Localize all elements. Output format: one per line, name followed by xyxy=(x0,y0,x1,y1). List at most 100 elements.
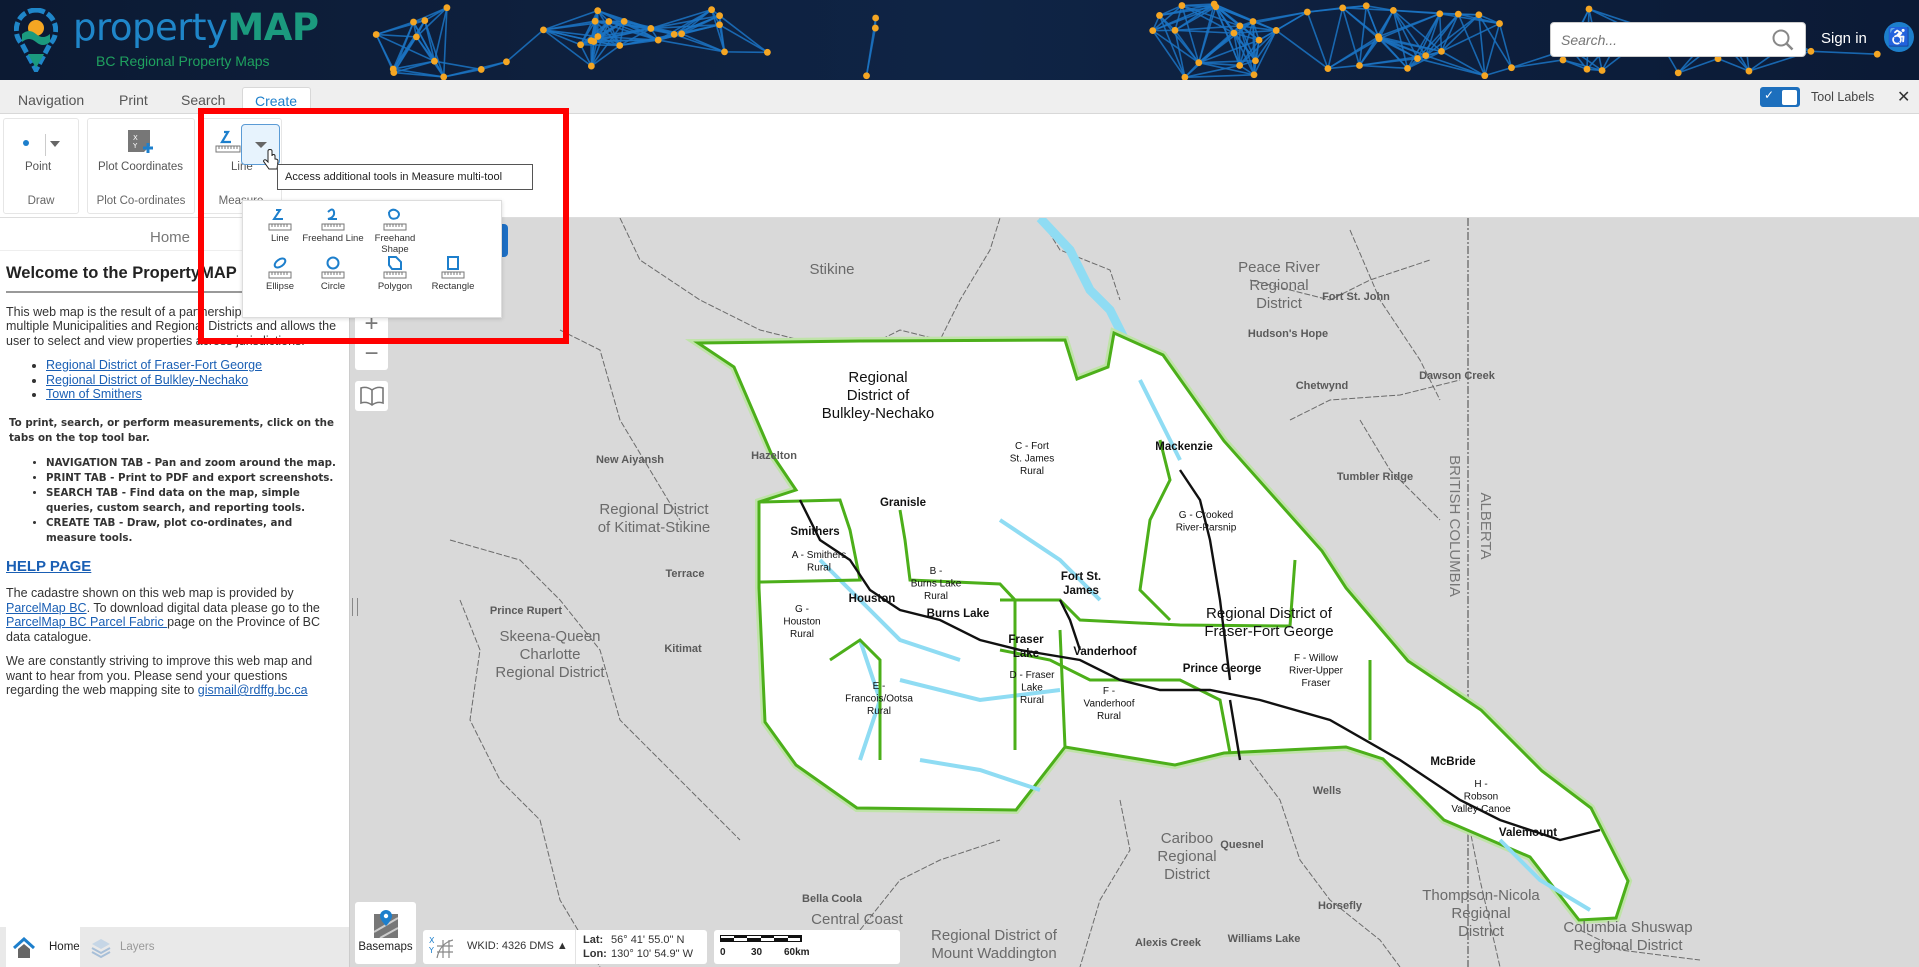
measure-menu-label: Ellipse xyxy=(266,281,294,292)
point-dropdown-icon[interactable] xyxy=(50,141,60,147)
measure-menu-label: Freehand Line xyxy=(302,233,364,244)
map-label-line: B - xyxy=(930,566,943,577)
svg-text:Y: Y xyxy=(132,142,138,150)
tool-labels-toggle[interactable]: ✓ xyxy=(1760,87,1800,107)
search-box[interactable] xyxy=(1550,22,1806,57)
search-input[interactable] xyxy=(1551,23,1751,56)
map-label: Hazelton xyxy=(751,450,797,462)
measure-menu-label: Rectangle xyxy=(431,281,475,292)
link-smithers[interactable]: Town of Smithers xyxy=(46,387,142,401)
layers-icon xyxy=(91,939,111,959)
cadastre-t1: The cadastre shown on this web map is pr… xyxy=(6,586,294,600)
map-label-line: Mackenzie xyxy=(1155,441,1213,453)
map-label: Bella Coola xyxy=(802,893,863,905)
measure-freehand-line-icon xyxy=(321,208,345,231)
tab-print[interactable]: Print xyxy=(119,92,148,108)
app-header: propertyMAP BC Regional Property Maps Si… xyxy=(0,0,1919,80)
panel-title: Home xyxy=(150,229,191,246)
panel-content: Welcome to the PropertyMAP This web map … xyxy=(6,265,338,708)
map-label-line: Mount Waddington xyxy=(931,945,1056,962)
map-label-line: Fraser xyxy=(1302,678,1332,689)
map-label-line: Columbia Shuswap xyxy=(1563,919,1692,936)
map-label: Houston xyxy=(849,593,896,605)
sign-in-link[interactable]: Sign in xyxy=(1821,30,1867,47)
boundary-line xyxy=(619,218,1001,351)
map-label: Skeena-Queen Charlotte Regional District xyxy=(495,628,605,681)
point-icon xyxy=(23,140,29,146)
map-label-line: Houston xyxy=(849,593,896,605)
measure-dropdown-button[interactable] xyxy=(241,124,280,170)
map-label-line: Regional xyxy=(1451,905,1510,922)
map-label-line: F - Willow xyxy=(1294,653,1339,664)
link-rdffg[interactable]: Regional District of Fraser-Fort George xyxy=(46,358,262,372)
scale-bar: 0 30 60km xyxy=(714,930,900,964)
map-label-line: Dawson Creek xyxy=(1419,370,1496,382)
panel-resize-handle[interactable] xyxy=(352,598,358,616)
wheelchair-icon[interactable]: ♿ xyxy=(1884,22,1914,52)
tab-search[interactable]: Search xyxy=(181,92,225,108)
help-page-link[interactable]: HELP PAGE xyxy=(6,559,338,575)
map-label-line: District xyxy=(1164,866,1211,883)
map-label-line: Regional District of xyxy=(1206,605,1333,622)
map-label-line: Quesnel xyxy=(1220,839,1263,851)
measure-menu-item-rectangle[interactable]: Rectangle xyxy=(418,255,488,292)
email-link[interactable]: gismail@rdffg.bc.ca xyxy=(198,683,308,697)
tab-create[interactable]: Create xyxy=(242,87,311,115)
map-view[interactable]: Stikine Peace River Regional District Fort S… xyxy=(350,218,1919,967)
map-label-line: Regional District xyxy=(1573,937,1683,954)
map-label-line: Kitimat xyxy=(664,643,702,655)
map-label-line: Rural xyxy=(790,629,814,640)
layers-tab-label: Layers xyxy=(120,941,155,953)
map-label: Cariboo Regional District xyxy=(1157,830,1216,883)
xy-grid-icon[interactable]: XY xyxy=(429,934,453,960)
map-label-line: Peace River xyxy=(1238,259,1320,276)
map-label-line: New Aiyansh xyxy=(596,454,664,466)
map-label-line: Fraser-Fort George xyxy=(1204,623,1333,640)
measure-menu-label: Line xyxy=(271,233,289,244)
search-icon[interactable] xyxy=(1771,28,1795,52)
map-label: G - Crooked River-Parsnip xyxy=(1176,510,1237,534)
coordinate-widget: XY WKID: 4326 DMS ▲ Lat: 56° 41' 55.0" N… xyxy=(423,930,707,964)
wkid-selector[interactable]: WKID: 4326 DMS ▲ xyxy=(467,940,568,952)
bottom-tab-home[interactable]: Home xyxy=(6,927,80,967)
map-label-line: Regional xyxy=(1249,277,1308,294)
map-label: Central Coast xyxy=(811,911,904,928)
map-label-line: James xyxy=(1063,585,1099,597)
map-label-line: F - xyxy=(1103,686,1115,697)
map-canvas[interactable]: Stikine Peace River Regional District Fort S… xyxy=(350,218,1919,967)
map-label-line: Francois/Ootsa xyxy=(845,694,913,705)
link-parcel-fabric[interactable]: ParcelMap BC Parcel Fabric xyxy=(6,615,167,629)
map-label: ALBERTA xyxy=(1477,493,1494,560)
bottom-tab-layers[interactable]: Layers xyxy=(84,927,174,967)
home-icon xyxy=(13,937,35,958)
map-label-line: D - Fraser xyxy=(1010,670,1056,681)
measure-menu-item-freehand-shape[interactable]: Freehand Shape xyxy=(360,207,430,255)
map-label: Thompson-Nicola Regional District xyxy=(1422,887,1540,940)
boundary-line xyxy=(449,539,741,841)
link-rdbn[interactable]: Regional District of Bulkley-Nechako xyxy=(46,373,248,387)
measure-menu-item-circle[interactable]: Circle xyxy=(298,255,368,292)
map-label-line: Thompson-Nicola xyxy=(1422,887,1540,904)
map-label-line: Regional xyxy=(1157,848,1216,865)
basemap-icon xyxy=(372,910,399,939)
map-label-line: Skeena-Queen xyxy=(500,628,601,645)
brand-subtitle: BC Regional Property Maps xyxy=(96,53,270,69)
map-label-line: River-Parsnip xyxy=(1176,523,1237,534)
basemaps-button[interactable]: Basemaps xyxy=(355,902,416,964)
map-label-line: Prince Rupert xyxy=(490,605,562,617)
map-label-line: Burns Lake xyxy=(927,608,990,620)
map-label-line: Regional District xyxy=(599,501,709,518)
zoom-out-button[interactable]: − xyxy=(355,340,388,370)
tab-navigation[interactable]: Navigation xyxy=(18,92,84,108)
legend-button[interactable] xyxy=(355,381,388,411)
map-label: Alexis Creek xyxy=(1135,937,1202,949)
measure-menu-item-freehand-line[interactable]: Freehand Line xyxy=(298,207,368,244)
home-tab-label: Home xyxy=(49,941,80,953)
map-label-line: Tumbler Ridge xyxy=(1337,471,1413,483)
link-parcelmap-bc[interactable]: ParcelMap BC xyxy=(6,601,87,615)
measure-line-icon xyxy=(268,209,292,231)
scale-bar-graphic xyxy=(720,935,802,942)
map-label-line: Cariboo xyxy=(1161,830,1214,847)
close-ribbon-icon[interactable]: ✕ xyxy=(1897,87,1910,107)
map-label-line: Rural xyxy=(1020,466,1044,477)
